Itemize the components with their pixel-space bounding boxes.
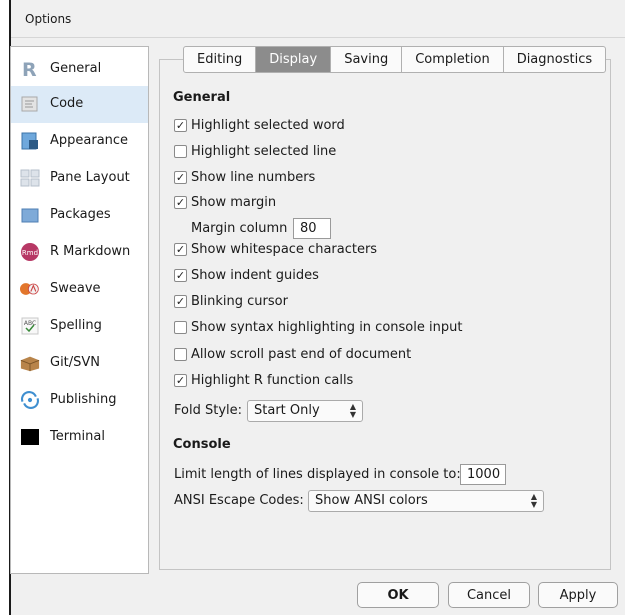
option-label: Show syntax highlighting in console inpu…	[191, 320, 463, 335]
option-label: Show indent guides	[191, 268, 319, 283]
show-line-numbers-option[interactable]: ✓ Show line numbers	[174, 170, 315, 185]
window-title: Options	[11, 0, 625, 38]
pane-layout-icon	[20, 168, 40, 188]
tab-completion[interactable]: Completion	[402, 47, 504, 72]
highlight-selected-line-checkbox[interactable]	[174, 145, 187, 158]
option-label: Highlight selected word	[191, 118, 345, 133]
highlight-r-function-calls-option[interactable]: ✓ Highlight R function calls	[174, 373, 353, 388]
highlight-selected-line-option[interactable]: Highlight selected line	[174, 144, 336, 159]
tab-editing[interactable]: Editing	[184, 47, 257, 72]
apply-button[interactable]: Apply	[538, 582, 618, 608]
publishing-icon	[20, 390, 40, 410]
sidebar-item-general[interactable]: R General	[11, 51, 148, 88]
scroll-past-end-checkbox[interactable]	[174, 348, 187, 361]
cancel-button[interactable]: Cancel	[448, 582, 530, 608]
packages-icon	[20, 205, 40, 225]
sidebar-item-label: Publishing	[50, 392, 117, 407]
sidebar-item-terminal[interactable]: Terminal	[11, 419, 148, 456]
sidebar-item-code[interactable]: Code	[11, 86, 148, 123]
show-line-numbers-checkbox[interactable]: ✓	[174, 171, 187, 184]
console-section-title: Console	[173, 437, 231, 452]
option-label: Blinking cursor	[191, 294, 288, 309]
tab-diagnostics[interactable]: Diagnostics	[504, 47, 605, 72]
sidebar-item-sweave[interactable]: Sweave	[11, 271, 148, 308]
show-margin-option[interactable]: ✓ Show margin	[174, 195, 276, 210]
tab-saving[interactable]: Saving	[331, 47, 403, 72]
show-margin-checkbox[interactable]: ✓	[174, 196, 187, 209]
option-label: Highlight selected line	[191, 144, 337, 159]
sidebar-item-appearance[interactable]: Appearance	[11, 123, 148, 160]
ansi-escape-codes-value: Show ANSI colors	[315, 493, 428, 508]
fold-style-label: Fold Style:	[174, 403, 242, 418]
margin-column-label: Margin column	[191, 221, 288, 236]
option-label: Show line numbers	[191, 170, 316, 185]
highlight-selected-word-option[interactable]: ✓ Highlight selected word	[174, 118, 345, 133]
r-logo-icon: R	[20, 59, 40, 79]
svg-text:Rmd: Rmd	[22, 249, 38, 257]
option-label: Highlight R function calls	[191, 373, 354, 388]
rmarkdown-icon: Rmd	[20, 242, 40, 262]
ok-button[interactable]: OK	[357, 582, 439, 608]
option-label: Show margin	[191, 195, 277, 210]
sidebar-item-label: Code	[50, 96, 84, 111]
spelling-icon: ABC	[20, 316, 40, 336]
sidebar-item-label: Appearance	[50, 133, 129, 148]
syntax-highlighting-console-checkbox[interactable]	[174, 321, 187, 334]
svg-text:R: R	[22, 59, 37, 79]
show-indent-guides-option[interactable]: ✓ Show indent guides	[174, 268, 319, 283]
ansi-escape-codes-label: ANSI Escape Codes:	[174, 493, 304, 508]
ansi-escape-codes-select[interactable]: Show ANSI colors ▲ ▼	[308, 490, 544, 512]
show-whitespace-option[interactable]: ✓ Show whitespace characters	[174, 242, 377, 257]
sidebar-item-label: Terminal	[50, 429, 105, 444]
syntax-highlighting-console-option[interactable]: Show syntax highlighting in console inpu…	[174, 320, 462, 335]
margin-column-input[interactable]: 80	[293, 218, 331, 239]
tab-bar: Editing Display Saving Completion Diagno…	[183, 46, 607, 73]
console-line-limit-label: Limit length of lines displayed in conso…	[174, 467, 461, 482]
fold-style-value: Start Only	[254, 403, 320, 418]
highlight-selected-word-checkbox[interactable]: ✓	[174, 119, 187, 132]
scroll-past-end-option[interactable]: Allow scroll past end of document	[174, 347, 411, 362]
background-strip	[0, 0, 9, 615]
sidebar-item-label: Packages	[50, 207, 111, 222]
sidebar-item-packages[interactable]: Packages	[11, 197, 148, 234]
chevron-up-down-icon: ▲ ▼	[349, 402, 356, 419]
sidebar-item-git-svn[interactable]: Git/SVN	[11, 345, 148, 382]
terminal-icon	[20, 427, 40, 447]
sidebar-item-label: General	[50, 61, 102, 76]
git-svn-icon	[20, 353, 40, 373]
sidebar-item-spelling[interactable]: ABC Spelling	[11, 308, 148, 345]
show-indent-guides-checkbox[interactable]: ✓	[174, 269, 187, 282]
general-section-title: General	[173, 90, 231, 105]
sidebar-item-label: Spelling	[50, 318, 102, 333]
svg-text:ABC: ABC	[24, 320, 36, 327]
blinking-cursor-checkbox[interactable]: ✓	[174, 295, 187, 308]
sidebar-item-label: R Markdown	[50, 244, 131, 259]
option-label: Show whitespace characters	[191, 242, 378, 257]
chevron-up-down-icon: ▲ ▼	[530, 492, 537, 509]
sidebar-item-publishing[interactable]: Publishing	[11, 382, 148, 419]
code-icon	[20, 94, 40, 114]
blinking-cursor-option[interactable]: ✓ Blinking cursor	[174, 294, 288, 309]
appearance-icon	[20, 131, 40, 151]
options-sidebar: R General Code Appearance Pane Layout Pa…	[10, 46, 149, 574]
show-whitespace-checkbox[interactable]: ✓	[174, 243, 187, 256]
sweave-icon	[20, 279, 40, 299]
highlight-r-function-calls-checkbox[interactable]: ✓	[174, 374, 187, 387]
console-line-limit-input[interactable]: 1000	[460, 464, 506, 485]
sidebar-item-label: Git/SVN	[50, 355, 101, 370]
sidebar-item-r-markdown[interactable]: Rmd R Markdown	[11, 234, 148, 271]
sidebar-item-label: Sweave	[50, 281, 101, 296]
fold-style-select[interactable]: Start Only ▲ ▼	[247, 400, 363, 422]
sidebar-item-label: Pane Layout	[50, 170, 130, 185]
option-label: Allow scroll past end of document	[191, 347, 412, 362]
tab-display[interactable]: Display	[256, 47, 332, 72]
sidebar-item-pane-layout[interactable]: Pane Layout	[11, 160, 148, 197]
